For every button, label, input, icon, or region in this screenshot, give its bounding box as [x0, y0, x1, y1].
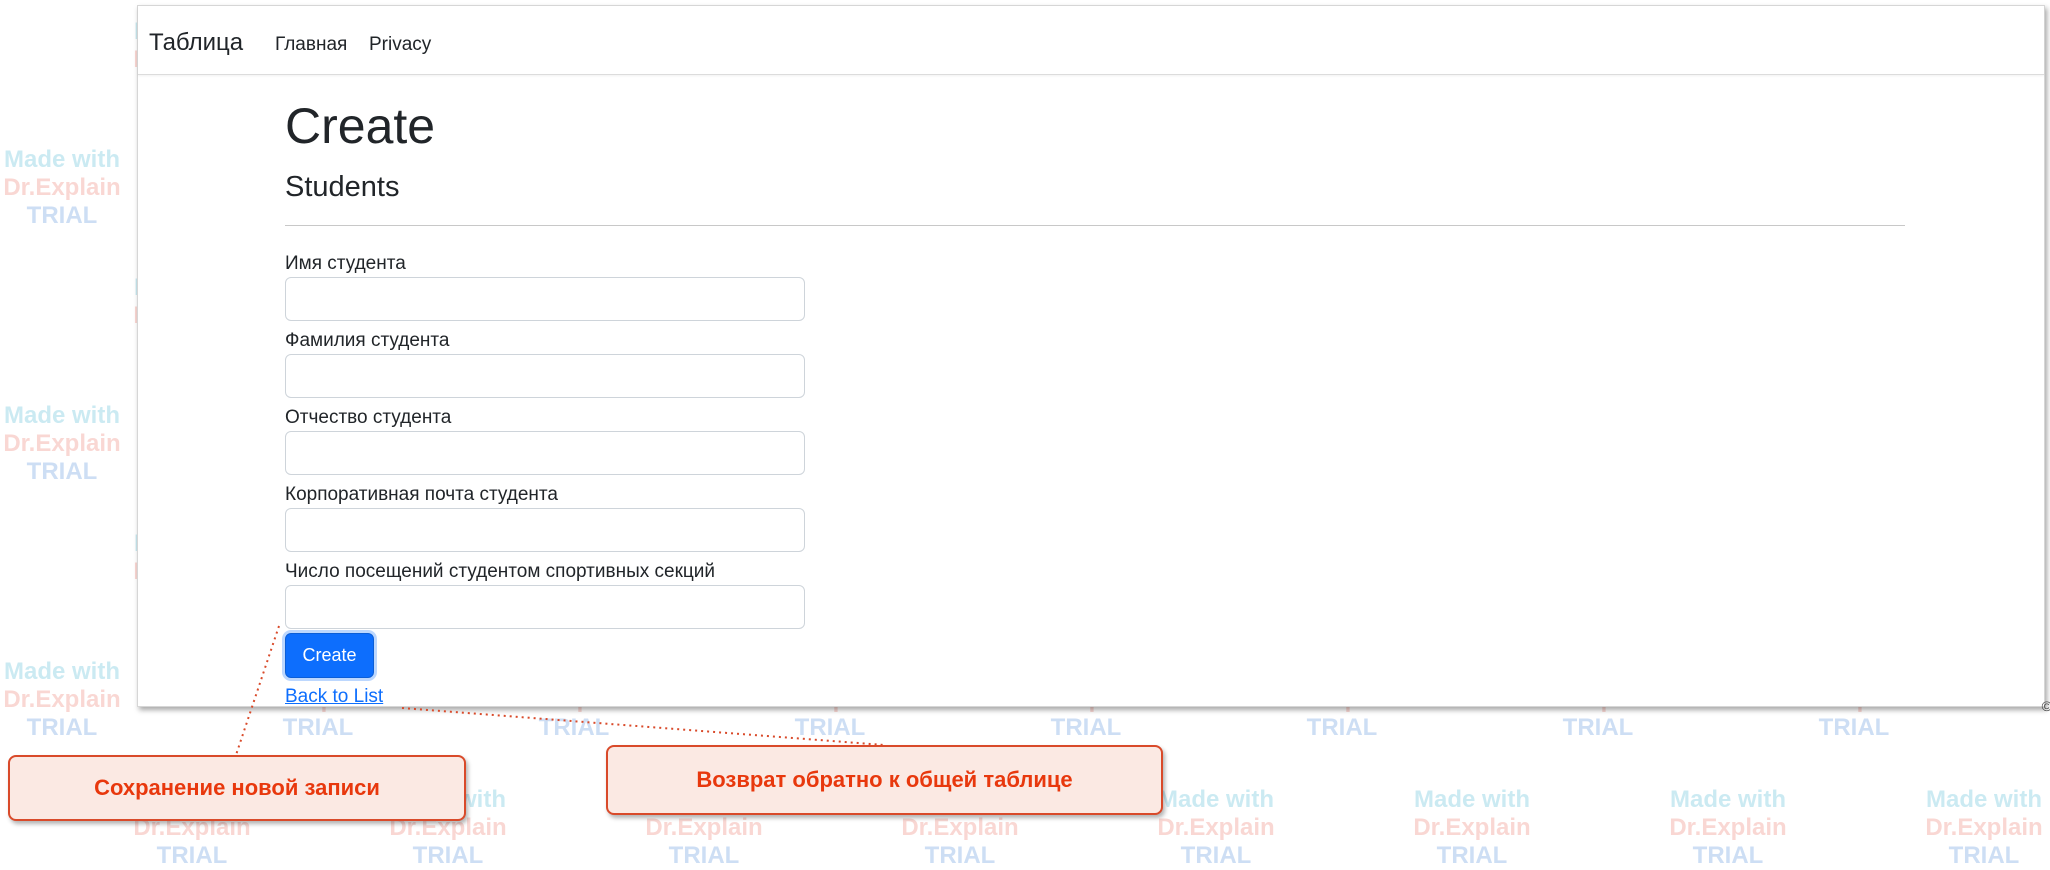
footer-copyright: ©: [2041, 698, 2050, 714]
middle-name-label: Отчество студента: [285, 407, 452, 428]
page-subtitle: Students: [285, 171, 400, 203]
watermark-line: TRIAL: [1180, 842, 1252, 869]
watermark-line: TRIAL: [1306, 714, 1378, 741]
watermark-tile: Made withDr.ExplainTRIAL: [378, 786, 518, 870]
watermark-tile: Made withDr.ExplainTRIAL: [1658, 786, 1798, 870]
watermark-tile: Made withDr.ExplainTRIAL: [0, 146, 132, 230]
watermark-line: Made with: [3, 146, 120, 173]
watermark-line: TRIAL: [282, 714, 354, 741]
navbar: Таблица Главная Privacy: [138, 6, 2044, 75]
watermark-tile: Made withDr.ExplainTRIAL: [1914, 786, 2050, 870]
watermark-line: TRIAL: [1562, 714, 1634, 741]
watermark-line: Made with: [1413, 786, 1530, 813]
watermark-line: TRIAL: [156, 842, 228, 869]
watermark-line: TRIAL: [1050, 714, 1122, 741]
watermark-line: Dr.Explain: [133, 814, 251, 841]
navbar-brand[interactable]: Таблица: [149, 29, 243, 57]
watermark-line: Made with: [1669, 786, 1786, 813]
watermark-line: Dr.Explain: [3, 686, 121, 713]
last-name-input[interactable]: [285, 354, 805, 398]
watermark-line: Dr.Explain: [901, 814, 1019, 841]
watermark-line: TRIAL: [794, 714, 866, 741]
watermark-line: TRIAL: [538, 714, 610, 741]
watermark-tile: Made withDr.ExplainTRIAL: [0, 402, 132, 486]
create-button[interactable]: Create: [285, 633, 374, 678]
email-label: Корпоративная почта студента: [285, 484, 558, 505]
watermark-line: TRIAL: [924, 842, 996, 869]
divider: [285, 225, 1905, 226]
watermark-line: TRIAL: [26, 458, 98, 485]
watermark-line: TRIAL: [1818, 714, 1890, 741]
middle-name-input[interactable]: [285, 431, 805, 475]
watermark-line: Made with: [389, 786, 506, 813]
watermark-line: Dr.Explain: [3, 174, 121, 201]
nav-link-home[interactable]: Главная: [275, 34, 347, 56]
watermark-line: TRIAL: [668, 842, 740, 869]
watermark-line: Made with: [1157, 786, 1274, 813]
watermark-line: Dr.Explain: [1157, 814, 1275, 841]
watermark-line: TRIAL: [2040, 714, 2050, 742]
email-input[interactable]: [285, 508, 805, 552]
watermark-line: Dr.Explain: [1669, 814, 1787, 841]
watermark-line: TRIAL: [26, 202, 98, 229]
watermark-line: TRIAL: [26, 714, 98, 741]
watermark-line: Made with: [901, 786, 1018, 813]
watermark-line: Made with: [3, 402, 120, 429]
back-callout-connector: [401, 707, 885, 746]
page-title: Create: [285, 98, 436, 154]
watermark-line: Made with: [133, 786, 250, 813]
nav-link-privacy[interactable]: Privacy: [369, 34, 431, 56]
watermark-line: TRIAL: [1692, 842, 1764, 869]
sport-visits-input[interactable]: [285, 585, 805, 629]
watermark-tile: Made withDr.ExplainTRIAL: [890, 786, 1030, 870]
watermark-line: Made with: [3, 658, 120, 685]
watermark-line: Dr.Explain: [3, 430, 121, 457]
watermark-line: TRIAL: [412, 842, 484, 869]
back-to-list-link[interactable]: Back to List: [285, 686, 383, 708]
watermark-line: TRIAL: [1436, 842, 1508, 869]
watermark-line: Dr.Explain: [389, 814, 507, 841]
first-name-input[interactable]: [285, 277, 805, 321]
watermark-tile: Made withDr.ExplainTRIAL: [1146, 786, 1286, 870]
last-name-label: Фамилия студента: [285, 330, 450, 351]
back-callout: Возврат обратно к общей таблице: [606, 745, 1163, 815]
app-window: Таблица Главная Privacy Create Students …: [137, 5, 2050, 714]
watermark-line: Dr.Explain: [1413, 814, 1531, 841]
watermark-tile: Made withDr.ExplainTRIAL: [634, 786, 774, 870]
watermark-tile: Made withDr.ExplainTRIAL: [0, 658, 132, 742]
save-callout: Сохранение новой записи: [8, 755, 466, 821]
watermark-tile: Made withDr.ExplainTRIAL: [1402, 786, 1542, 870]
watermark-line: Made with: [1925, 786, 2042, 813]
watermark-line: Made with: [645, 786, 762, 813]
watermark-line: Dr.Explain: [1925, 814, 2043, 841]
sport-visits-label: Число посещений студентом спортивных сек…: [285, 561, 715, 582]
watermark-line: TRIAL: [1948, 842, 2020, 869]
watermark-line: Dr.Explain: [645, 814, 763, 841]
first-name-label: Имя студента: [285, 253, 406, 274]
watermark-tile: Made withDr.ExplainTRIAL: [122, 786, 262, 870]
